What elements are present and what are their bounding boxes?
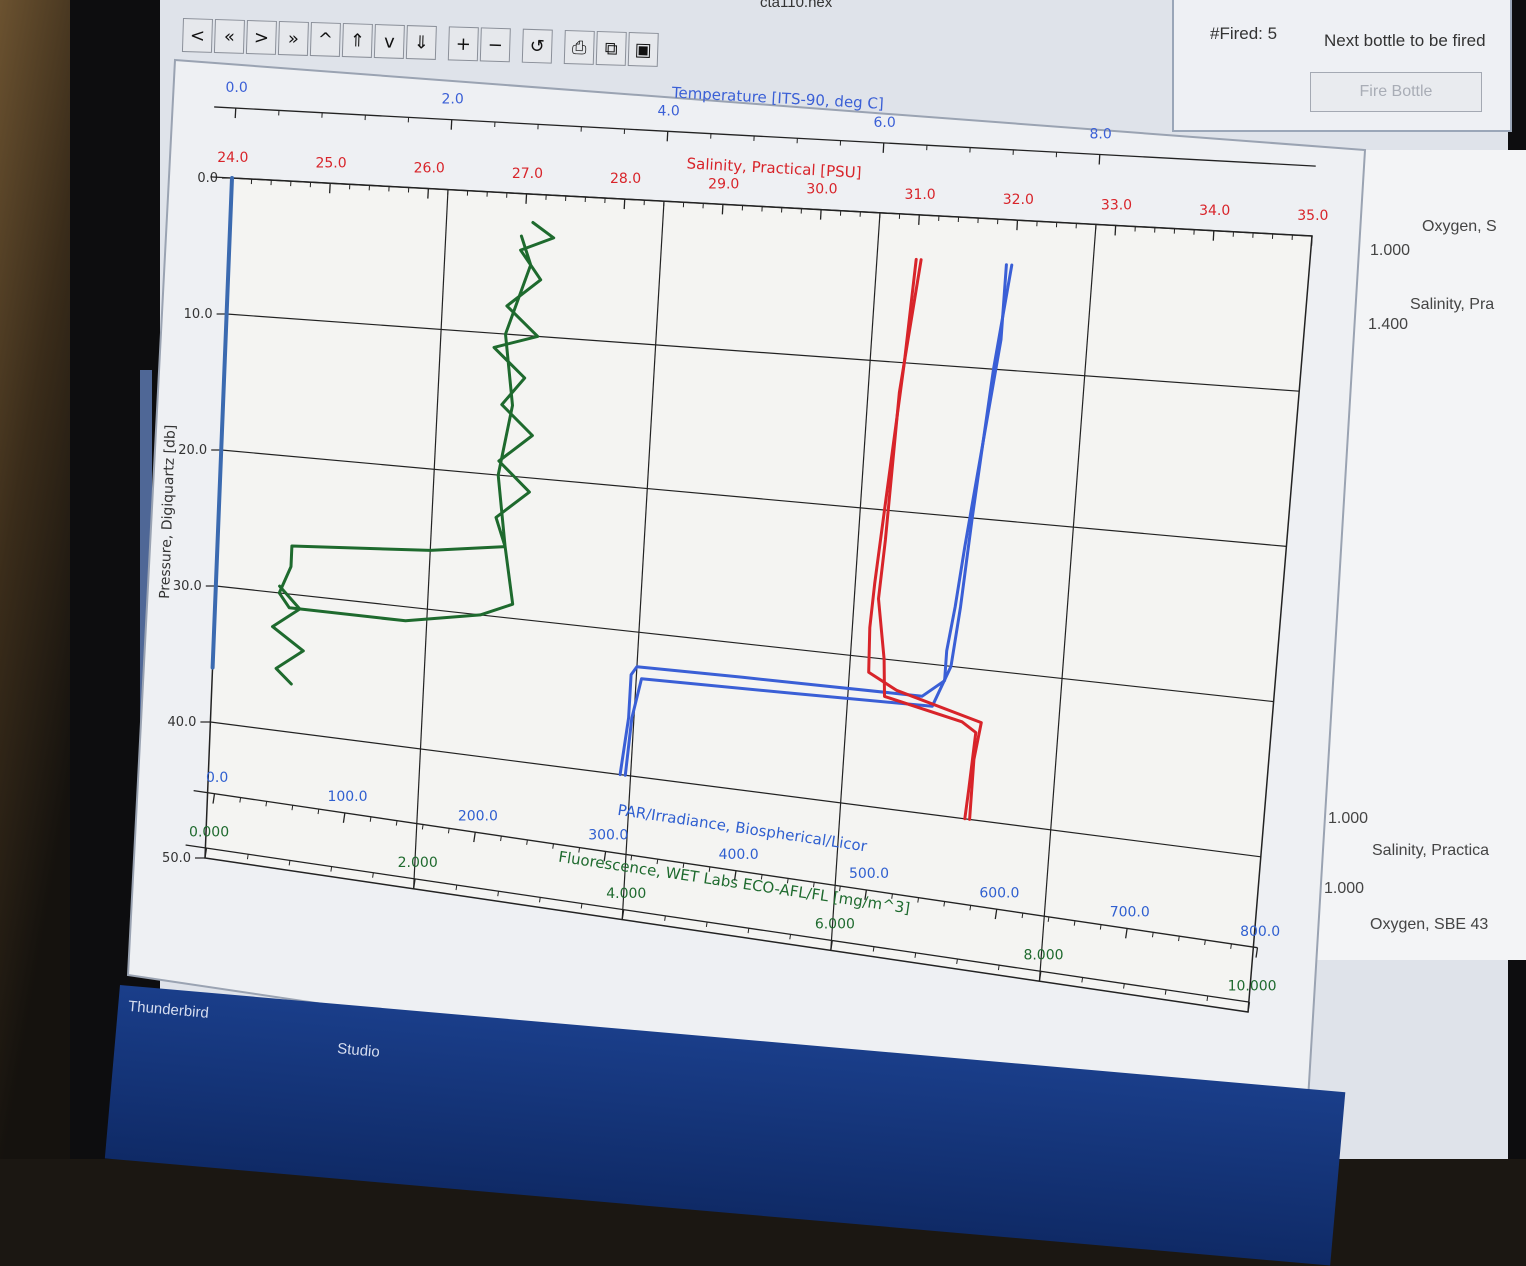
- salinity-axis-tick-label: 31.0: [905, 187, 936, 203]
- par-axis-tick-label: 0.0: [206, 770, 228, 786]
- salinity-axis-tick-label: 27.0: [512, 166, 543, 182]
- salinity-axis-tick: [526, 194, 527, 204]
- salinity-axis-tick-label: 25.0: [315, 155, 346, 171]
- par-axis-tick-label: 700.0: [1110, 905, 1150, 921]
- salinity-axis-tick: [624, 199, 625, 209]
- temperature-axis-tick: [1099, 155, 1100, 165]
- salinity-axis-tick: [1311, 236, 1312, 246]
- temperature-axis-tick: [451, 120, 452, 130]
- fluorescence-axis-tick-label: 6.000: [815, 917, 855, 933]
- fluorescence-axis-tick-label: 8.000: [1023, 948, 1063, 964]
- y-tick-label: 50.0: [162, 851, 191, 866]
- salinity-axis-tick: [1115, 225, 1116, 235]
- fluorescence-axis-tick-label: 10.000: [1228, 978, 1277, 994]
- temperature-axis-tick: [235, 108, 236, 118]
- par-axis-tick-label: 200.0: [458, 808, 498, 824]
- salinity-axis-tick-label: 26.0: [414, 161, 445, 177]
- salinity-axis-tick: [428, 189, 429, 199]
- par-axis-tick-label: 600.0: [979, 885, 1019, 901]
- salinity-axis-tick-label: 35.0: [1297, 208, 1328, 224]
- temperature-axis-tick-label: 6.0: [873, 115, 895, 131]
- temperature-axis-tick-label: 0.0: [225, 80, 247, 96]
- par-axis-tick-label: 800.0: [1240, 924, 1280, 940]
- temperature-axis-tick-label: 8.0: [1089, 127, 1111, 143]
- temperature-axis-tick-label: 2.0: [441, 92, 463, 108]
- fluorescence-axis-tick-label: 0.000: [189, 824, 229, 840]
- salinity-axis-tick: [1017, 220, 1018, 230]
- par-axis-tick-label: 300.0: [588, 828, 628, 844]
- par-axis-tick-label: 100.0: [327, 789, 367, 805]
- par-axis-tick-label: 500.0: [849, 866, 889, 882]
- fluorescence-axis-tick-label: 4.000: [606, 886, 646, 902]
- salinity-axis-tick-label: 34.0: [1199, 203, 1230, 219]
- fluorescence-axis-tick-label: 2.000: [398, 855, 438, 871]
- salinity-axis-tick-label: 32.0: [1003, 192, 1034, 208]
- y-tick-label: 0.0: [197, 171, 218, 186]
- temperature-axis-tick: [667, 131, 668, 141]
- salinity-axis-tick-label: 24.0: [217, 150, 248, 166]
- salinity-axis-tick: [722, 204, 723, 214]
- y-tick-label: 20.0: [178, 443, 207, 458]
- y-tick-label: 10.0: [184, 307, 213, 322]
- salinity-axis-tick: [1213, 231, 1214, 241]
- salinity-axis-tick-label: 28.0: [610, 171, 641, 187]
- salinity-axis-tick: [919, 215, 920, 225]
- salinity-axis-tick: [821, 210, 822, 220]
- salinity-axis-tick: [330, 183, 331, 193]
- taskbar-item-studio[interactable]: Studio: [337, 1040, 381, 1061]
- temperature-axis-tick: [883, 143, 884, 153]
- par-axis-tick-label: 400.0: [719, 847, 759, 863]
- temperature-axis-tick-label: 4.0: [657, 103, 679, 119]
- salinity-axis-tick-label: 33.0: [1101, 197, 1132, 213]
- ctd-profile-chart: 0.010.020.030.040.050.0Pressure, Digiqua…: [0, 0, 1526, 1159]
- y-tick-label: 30.0: [173, 579, 202, 594]
- salinity-axis-tick-label: 30.0: [806, 182, 837, 198]
- taskbar-item-thunderbird[interactable]: Thunderbird: [127, 998, 209, 1022]
- salinity-axis-tick-label: 29.0: [708, 176, 739, 192]
- y-tick-label: 40.0: [167, 715, 196, 730]
